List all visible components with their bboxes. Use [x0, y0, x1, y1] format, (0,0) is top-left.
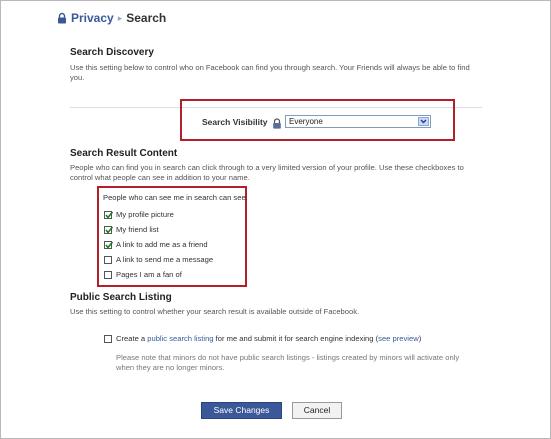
minors-note: Please note that minors do not have publ…: [116, 353, 460, 372]
friend-list-checkbox[interactable]: [104, 225, 114, 234]
public-search-listing-row[interactable]: Create a public search listing for me an…: [104, 334, 421, 343]
checkbox-row-profile-picture[interactable]: My profile picture: [104, 210, 174, 219]
search-discovery-description: Use this setting below to control who on…: [70, 63, 470, 82]
checkmark-icon: [105, 225, 114, 234]
search-visibility-select[interactable]: Everyone: [285, 115, 431, 128]
checkbox-label: A link to add me as a friend: [116, 240, 208, 249]
search-result-content-title: Search Result Content: [70, 148, 178, 159]
checkmark-icon: [105, 240, 114, 249]
public-listing-suffix: ): [418, 334, 422, 343]
checkbox-label: A link to send me a message: [116, 255, 214, 264]
checkmark-icon: [105, 210, 114, 219]
checklist-header: People who can see me in search can see:: [103, 193, 248, 202]
public-search-listing-title: Public Search Listing: [70, 292, 172, 303]
save-changes-button[interactable]: Save Changes: [201, 402, 282, 419]
checkbox-label: My profile picture: [116, 210, 174, 219]
checkbox-label: Pages I am a fan of: [116, 270, 182, 279]
add-friend-link-checkbox[interactable]: [104, 240, 114, 249]
public-search-listing-link[interactable]: public search listing: [147, 334, 213, 343]
public-listing-middle: for me and submit it for search engine i…: [213, 334, 379, 343]
public-listing-prefix: Create a: [116, 334, 148, 343]
profile-picture-checkbox[interactable]: [104, 210, 114, 219]
public-search-listing-checkbox[interactable]: [104, 334, 112, 343]
pages-fan-of-checkbox[interactable]: [104, 270, 112, 279]
search-visibility-value: Everyone: [289, 117, 323, 126]
checkbox-row-friend-list[interactable]: My friend list: [104, 225, 159, 234]
checkbox-row-send-message-link[interactable]: A link to send me a message: [104, 255, 213, 264]
privacy-lock-icon: [56, 12, 68, 24]
breadcrumb-privacy-link[interactable]: Privacy: [71, 11, 114, 25]
breadcrumb-separator: ▸: [117, 12, 123, 23]
lock-icon: [272, 116, 282, 129]
checkbox-label: My friend list: [116, 225, 159, 234]
cancel-button[interactable]: Cancel: [292, 402, 342, 419]
checkbox-row-pages-fan-of[interactable]: Pages I am a fan of: [104, 270, 182, 279]
chevron-down-icon[interactable]: [418, 117, 429, 126]
checkbox-row-add-friend-link[interactable]: A link to add me as a friend: [104, 240, 208, 249]
page-title: Search: [126, 11, 167, 25]
search-discovery-title: Search Discovery: [70, 47, 154, 58]
search-visibility-label: Search Visibility: [202, 117, 268, 127]
breadcrumb: Privacy ▸ Search: [56, 11, 166, 25]
public-search-listing-description: Use this setting to control whether your…: [70, 307, 360, 316]
see-preview-link[interactable]: see preview: [378, 334, 419, 343]
send-message-link-checkbox[interactable]: [104, 255, 112, 264]
search-result-content-description: People who can find you in search can cl…: [70, 163, 464, 182]
